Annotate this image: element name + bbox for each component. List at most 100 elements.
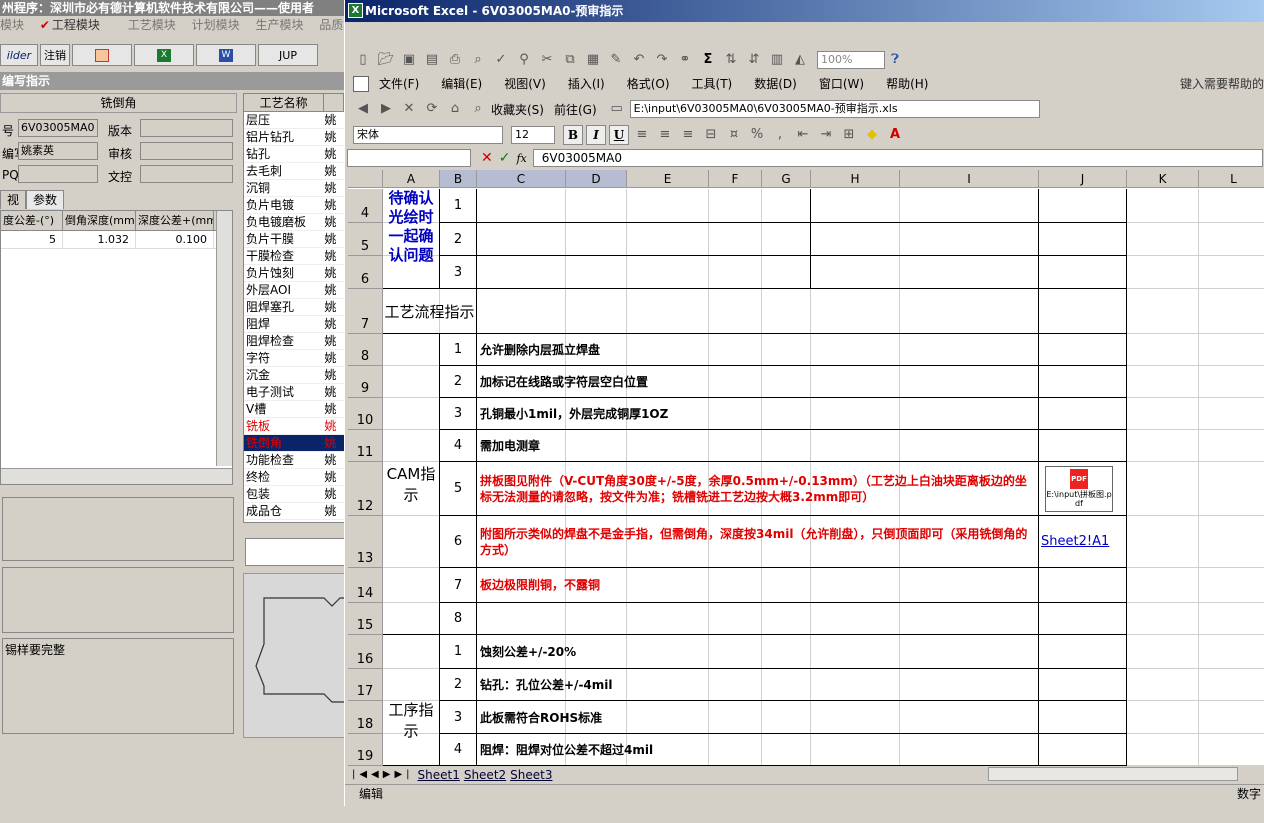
autosum-icon[interactable]: Σ bbox=[698, 50, 718, 70]
stop-icon[interactable]: ✕ bbox=[399, 99, 419, 119]
column-header-d[interactable]: D bbox=[566, 170, 627, 188]
decrease-decimal-icon[interactable]: ⇥ bbox=[816, 125, 836, 145]
pqe-field[interactable] bbox=[18, 165, 98, 183]
help-icon[interactable]: ❓︎ bbox=[885, 50, 905, 70]
open-icon[interactable]: 📂︎ bbox=[376, 50, 396, 70]
hyperlink-icon[interactable]: ⚭ bbox=[675, 50, 695, 70]
cam-item-text[interactable] bbox=[477, 603, 1039, 635]
process-item-text[interactable]: 蚀刻公差+/-20% bbox=[477, 635, 1039, 669]
cam-item-text[interactable]: 加标记在线路或字符层空白位置 bbox=[477, 366, 1039, 398]
list-item[interactable]: 外层AOI 姚 bbox=[244, 282, 344, 299]
row-header-4[interactable]: 4 bbox=[348, 189, 383, 223]
list-item[interactable]: 字符 姚 bbox=[244, 350, 344, 367]
pdf-attachment-icon[interactable]: PDF E:\input\拼板图.pdf bbox=[1045, 466, 1113, 512]
list-item[interactable]: 铣板 姚 bbox=[244, 418, 344, 435]
column-header-g[interactable]: G bbox=[762, 170, 811, 188]
permission-icon[interactable]: ▤ bbox=[422, 50, 442, 70]
row-header-14[interactable]: 14 bbox=[348, 568, 383, 603]
param-cell[interactable]: 1.032 bbox=[63, 231, 136, 248]
menu-edit[interactable]: 编辑(E) bbox=[441, 74, 482, 94]
confirm-entry-icon[interactable]: ✓ bbox=[499, 150, 511, 166]
review-field[interactable] bbox=[140, 142, 233, 160]
sort-asc-icon[interactable]: ⇅ bbox=[721, 50, 741, 70]
percent-icon[interactable]: % bbox=[747, 125, 767, 145]
ppt-export-button[interactable] bbox=[72, 44, 132, 66]
horizontal-scrollbar[interactable] bbox=[988, 767, 1238, 781]
row-header-8[interactable]: 8 bbox=[348, 334, 383, 366]
cam-item-extra[interactable] bbox=[1039, 430, 1127, 462]
menu-insert[interactable]: 插入(I) bbox=[568, 74, 605, 94]
version-field[interactable] bbox=[140, 119, 233, 137]
list-item[interactable]: 阻焊塞孔 姚 bbox=[244, 299, 344, 316]
bg-menu-item[interactable]: 工艺模块 bbox=[128, 18, 176, 32]
row-header-11[interactable]: 11 bbox=[348, 430, 383, 462]
list-item[interactable]: 电子测试 姚 bbox=[244, 384, 344, 401]
insert-function-icon[interactable]: fx bbox=[516, 152, 526, 165]
borders-icon[interactable]: ⊞ bbox=[839, 125, 859, 145]
spelling-icon[interactable]: ✓ bbox=[491, 50, 511, 70]
cam-item-extra[interactable] bbox=[1039, 398, 1127, 430]
research-icon[interactable]: ⚲ bbox=[514, 50, 534, 70]
builder-button[interactable]: ilder bbox=[0, 44, 38, 66]
process-item-text[interactable]: 钻孔：孔位公差+/-4mil bbox=[477, 669, 1039, 701]
row-header-12[interactable]: 12 bbox=[348, 462, 383, 516]
bg-menu-item[interactable]: 模块 bbox=[0, 18, 24, 32]
menu-help[interactable]: 帮助(H) bbox=[886, 74, 928, 94]
menu-view[interactable]: 视图(V) bbox=[504, 74, 546, 94]
currency-icon[interactable]: ¤ bbox=[724, 125, 744, 145]
list-item[interactable]: 层压 姚 bbox=[244, 112, 344, 129]
bold-button[interactable]: B bbox=[563, 125, 583, 145]
cam-item-text[interactable]: 板边极限削铜，不露铜 bbox=[477, 568, 1039, 603]
process-item-extra[interactable] bbox=[1039, 635, 1127, 669]
align-left-icon[interactable]: ≡ bbox=[632, 125, 652, 145]
list-item[interactable]: 阻焊 姚 bbox=[244, 316, 344, 333]
param-cell[interactable]: 0.100 bbox=[136, 231, 214, 248]
cam-item-text[interactable]: 需加电测章 bbox=[477, 430, 1039, 462]
jup-button[interactable]: JUP bbox=[258, 44, 318, 66]
doc-control-field[interactable] bbox=[140, 165, 233, 183]
sheet-hyperlink[interactable]: Sheet2!A1 bbox=[1041, 534, 1109, 549]
list-item[interactable]: V槽 姚 bbox=[244, 401, 344, 418]
word-export-button[interactable]: W bbox=[196, 44, 256, 66]
show-web-toolbar-icon[interactable]: ▭ bbox=[607, 99, 627, 119]
list-item[interactable]: 负片蚀刻 姚 bbox=[244, 265, 344, 282]
column-header-b[interactable]: B bbox=[440, 170, 477, 188]
print-icon[interactable]: ⎙ bbox=[445, 50, 465, 70]
formula-input[interactable]: 6V03005MA0 bbox=[532, 149, 1263, 167]
row-header-16[interactable]: 16 bbox=[348, 635, 383, 669]
column-header-j[interactable]: J bbox=[1039, 170, 1127, 188]
param-cell[interactable]: 5 bbox=[1, 231, 63, 248]
list-item[interactable]: 成品仓 姚 bbox=[244, 503, 344, 520]
confirm-item-extra[interactable] bbox=[1039, 256, 1127, 289]
part-no-field[interactable]: 6V03005MA0 bbox=[18, 119, 98, 137]
save-icon[interactable]: ▣ bbox=[399, 50, 419, 70]
cam-item-text[interactable]: 附图所示类似的焊盘不是金手指，但需倒角，深度按34mil（允许削盘），只倒顶面即… bbox=[477, 516, 1039, 568]
cam-item-extra[interactable] bbox=[1039, 568, 1127, 603]
cam-item-extra[interactable] bbox=[1039, 603, 1127, 635]
list-item[interactable]: 终检 姚 bbox=[244, 469, 344, 486]
name-box[interactable] bbox=[347, 149, 471, 167]
bg-menu-item[interactable]: 生产模块 bbox=[255, 18, 303, 32]
goto-button[interactable]: 前往(G) bbox=[554, 101, 597, 118]
underline-button[interactable]: U bbox=[609, 125, 629, 145]
row-header-9[interactable]: 9 bbox=[348, 366, 383, 398]
chart-icon[interactable]: ▥ bbox=[767, 50, 787, 70]
row-header-6[interactable]: 6 bbox=[348, 256, 383, 289]
align-center-icon[interactable]: ≡ bbox=[655, 125, 675, 145]
list-item[interactable]: 钻孔 姚 bbox=[244, 146, 344, 163]
list-item[interactable]: 干膜检查 姚 bbox=[244, 248, 344, 265]
print-preview-icon[interactable]: ⌕ bbox=[468, 50, 488, 70]
font-color-icon[interactable]: A bbox=[885, 125, 905, 145]
cam-item-extra[interactable] bbox=[1039, 366, 1127, 398]
search-web-icon[interactable]: ⌕ bbox=[468, 99, 488, 119]
process-input[interactable] bbox=[245, 538, 345, 566]
list-item[interactable]: 负片电镀 姚 bbox=[244, 197, 344, 214]
paste-icon[interactable]: ▦ bbox=[583, 50, 603, 70]
cam-item-text[interactable]: 允许删除内层孤立焊盘 bbox=[477, 334, 1039, 366]
font-name-combo[interactable]: 宋体 bbox=[353, 126, 503, 144]
row-header-13[interactable]: 13 bbox=[348, 516, 383, 568]
confirm-item-text[interactable] bbox=[477, 256, 811, 289]
format-painter-icon[interactable]: ✎ bbox=[606, 50, 626, 70]
bg-menu-item[interactable]: 品质模块 bbox=[319, 18, 345, 32]
tab-params[interactable]: 参数 bbox=[26, 190, 65, 209]
